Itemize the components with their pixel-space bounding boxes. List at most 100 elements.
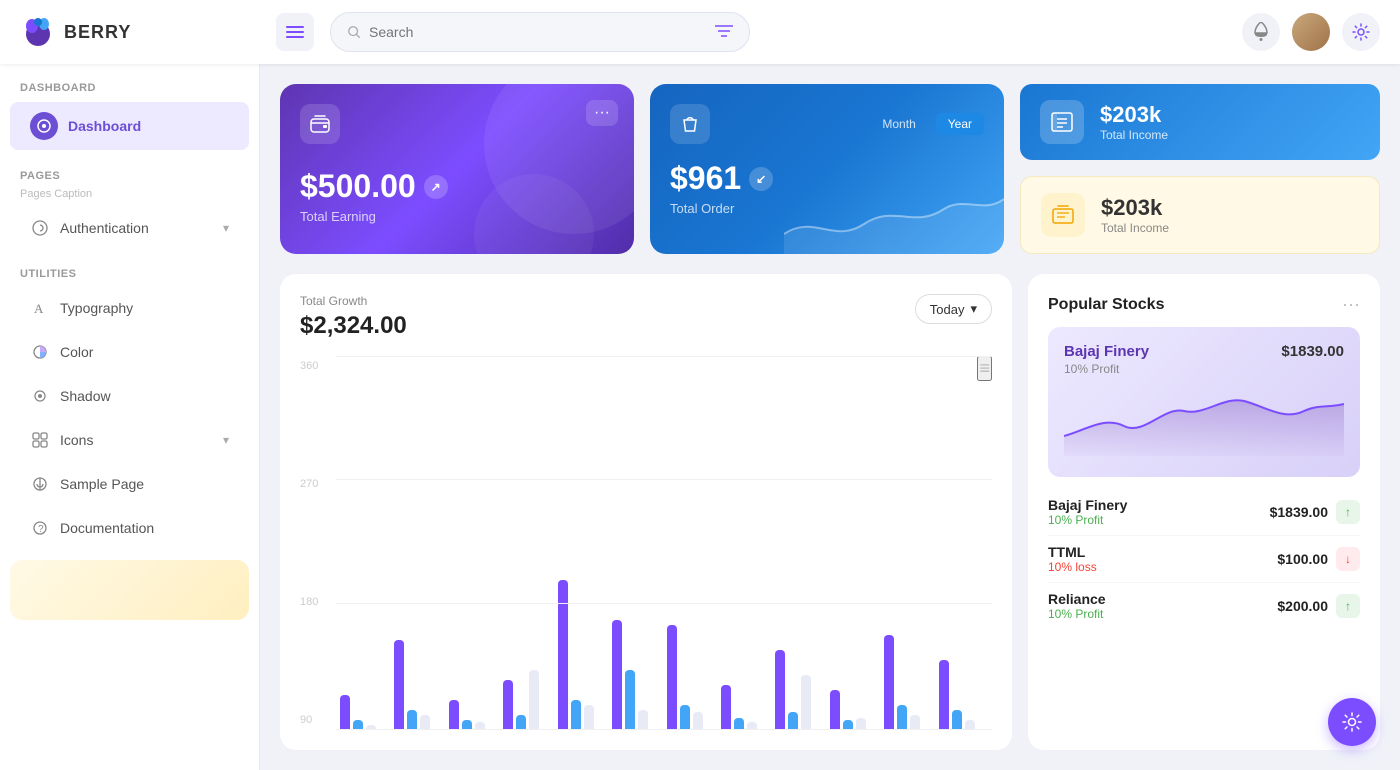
chart-title-area: Total Growth $2,324.00 <box>300 294 407 340</box>
stocks-menu-button[interactable]: ··· <box>1342 294 1360 315</box>
icons-icon <box>30 430 50 450</box>
chart-header: Total Growth $2,324.00 Today ▾ <box>300 294 992 340</box>
income-yellow-icon <box>1041 193 1085 237</box>
sidebar-item-authentication[interactable]: Authentication ▾ <box>10 208 249 248</box>
stock-ttml-price: $100.00 <box>1277 551 1328 567</box>
sidebar-section-utilities: Utilities <box>0 250 259 286</box>
year-tab[interactable]: Year <box>936 113 984 135</box>
sidebar-item-documentation[interactable]: ? Documentation <box>10 508 249 548</box>
header-right <box>1242 13 1380 51</box>
stock-ttml-profit: 10% loss <box>1048 560 1097 574</box>
bar-blue <box>516 715 526 730</box>
stock-reliance-price-area: $200.00 ↑ <box>1277 594 1360 618</box>
bar-light <box>693 712 703 730</box>
sidebar-item-dashboard[interactable]: Dashboard <box>10 102 249 150</box>
earning-label: Total Earning <box>300 209 614 224</box>
sidebar-item-typography-label: Typography <box>60 300 229 316</box>
y-label-180: 180 <box>300 596 318 608</box>
filter-button[interactable] <box>715 24 733 41</box>
pages-caption: Pages Caption <box>0 188 259 206</box>
total-income-blue-card: $203k Total Income <box>1020 84 1380 160</box>
bar-group-4 <box>503 670 552 730</box>
grid-line-4 <box>336 729 992 730</box>
sidebar-item-sample-page-label: Sample Page <box>60 476 229 492</box>
month-tab[interactable]: Month <box>870 113 927 135</box>
stock-reliance-name: Reliance <box>1048 591 1106 607</box>
stock-list: Bajaj Finery 10% Profit $1839.00 ↑ TTML … <box>1048 489 1360 629</box>
sidebar-item-documentation-label: Documentation <box>60 520 229 536</box>
settings-button[interactable] <box>1342 13 1380 51</box>
order-wave-chart <box>784 174 1004 254</box>
stock-ttml-info: TTML 10% loss <box>1048 544 1097 574</box>
stock-ttml-price-area: $100.00 ↓ <box>1277 547 1360 571</box>
sidebar-item-icons[interactable]: Icons ▾ <box>10 420 249 460</box>
menu-button[interactable] <box>276 13 314 51</box>
gear-icon <box>1352 23 1370 41</box>
order-tabs: Month Year <box>870 113 984 135</box>
wallet-icon <box>309 113 331 135</box>
authentication-chevron: ▾ <box>223 221 229 235</box>
stock-row-ttml: TTML 10% loss $100.00 ↓ <box>1048 536 1360 583</box>
earning-card-menu[interactable]: ··· <box>586 100 618 126</box>
chart-section: Total Growth $2,324.00 Today ▾ ≡ 360 270… <box>280 274 1380 750</box>
bar-purple <box>449 700 459 730</box>
filter-icon <box>715 24 733 38</box>
bar-purple <box>503 680 513 730</box>
sidebar-item-shadow[interactable]: Shadow <box>10 376 249 416</box>
bar-purple <box>830 690 840 730</box>
bell-icon <box>1252 22 1270 42</box>
main-layout: Dashboard Dashboard Pages Pages Caption … <box>0 64 1400 770</box>
bar-blue <box>625 670 635 730</box>
bar-light <box>638 710 648 730</box>
income-blue-label: Total Income <box>1100 128 1168 142</box>
bar-purple <box>394 640 404 730</box>
bar-blue <box>788 712 798 730</box>
earning-card: ··· $500.00 ↗ Total Earning <box>280 84 634 254</box>
bar-light <box>910 715 920 730</box>
earning-card-icon <box>300 104 340 144</box>
sidebar-item-typography[interactable]: A Typography <box>10 288 249 328</box>
bar-light <box>529 670 539 730</box>
right-cards: $203k Total Income $203k <box>1020 84 1380 254</box>
period-button[interactable]: Today ▾ <box>915 294 992 324</box>
avatar[interactable] <box>1292 13 1330 51</box>
bar-group-9 <box>775 650 824 730</box>
stocks-title: Popular Stocks <box>1048 296 1164 314</box>
bar-purple <box>939 660 949 730</box>
total-income-yellow-info: $203k Total Income <box>1101 195 1169 235</box>
bar-purple <box>667 625 677 730</box>
bar-purple <box>721 685 731 730</box>
stock-bajaj-info: Bajaj Finery 10% Profit <box>1048 497 1127 527</box>
notification-button[interactable] <box>1242 13 1280 51</box>
income-yellow-amount: $203k <box>1101 195 1169 221</box>
stock-row-reliance: Reliance 10% Profit $200.00 ↑ <box>1048 583 1360 629</box>
bar-group-1 <box>340 695 389 730</box>
authentication-icon <box>30 218 50 238</box>
earning-trend-icon: ↗ <box>424 175 448 199</box>
bajaj-trend-icon: ↑ <box>1336 500 1360 524</box>
sidebar-item-icons-label: Icons <box>60 432 213 448</box>
bar-blue <box>680 705 690 730</box>
y-label-270: 270 <box>300 478 318 490</box>
bar-light <box>420 715 430 730</box>
sidebar-section-dashboard: Dashboard <box>0 64 259 100</box>
chart-title-label: Total Growth <box>300 294 407 308</box>
sidebar-item-sample-page[interactable]: Sample Page <box>10 464 249 504</box>
fab-gear-icon <box>1341 711 1363 733</box>
logo-text: BERRY <box>64 22 131 43</box>
bar-group-12 <box>939 660 988 730</box>
reliance-trend-icon: ↑ <box>1336 594 1360 618</box>
stock-bajaj-profit: 10% Profit <box>1048 513 1127 527</box>
y-label-90: 90 <box>300 714 318 726</box>
chart-grid <box>336 356 992 730</box>
income-yellow-label: Total Income <box>1101 221 1169 235</box>
sidebar-item-shadow-label: Shadow <box>60 388 229 404</box>
bar-group-6 <box>612 620 661 730</box>
search-input[interactable] <box>369 24 707 40</box>
stock-reliance-profit: 10% Profit <box>1048 607 1106 621</box>
sidebar-item-color[interactable]: Color <box>10 332 249 372</box>
bar-group-8 <box>721 685 770 730</box>
order-card-icon <box>670 104 710 144</box>
fab-settings-button[interactable] <box>1328 698 1376 746</box>
sidebar-section-pages: Pages <box>0 152 259 188</box>
